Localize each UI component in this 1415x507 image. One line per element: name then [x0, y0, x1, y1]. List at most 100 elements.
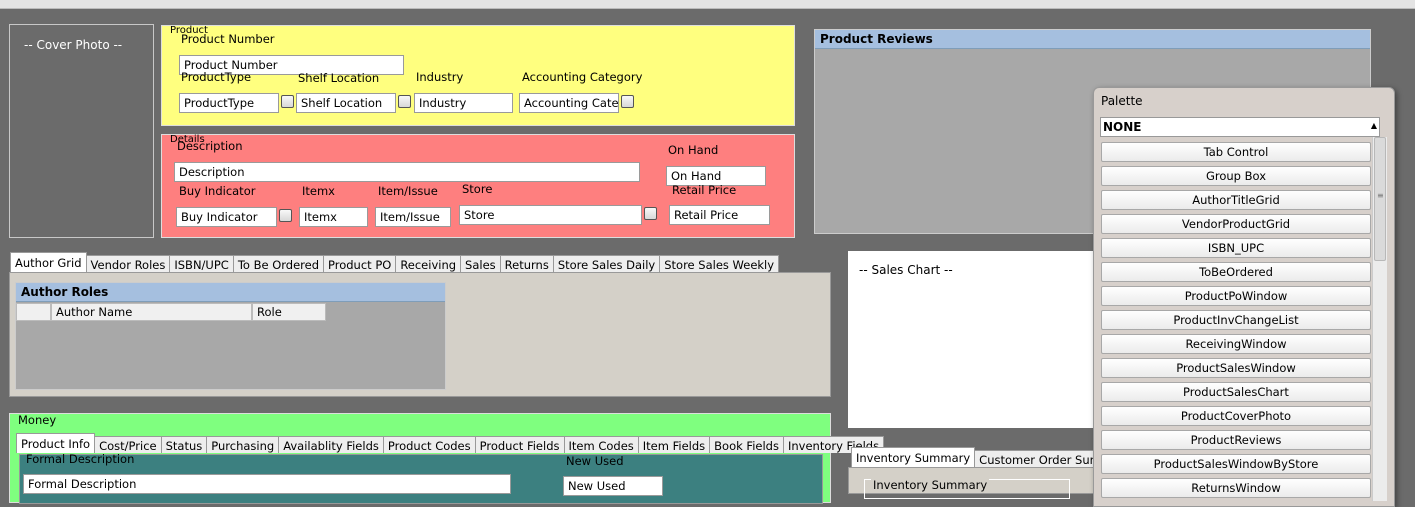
buy-indicator-label: Buy Indicator	[179, 184, 256, 198]
tab-product-codes[interactable]: Product Codes	[382, 436, 476, 453]
row-selector-header	[16, 303, 51, 321]
details-group: Details Description Description On Hand …	[161, 134, 795, 238]
palette-item[interactable]: ToBeOrdered	[1101, 262, 1371, 282]
tab-inventory-summary[interactable]: Inventory Summary	[851, 447, 976, 467]
store-label: Store	[462, 182, 493, 196]
money-tab-strip: Product Info Cost/Price Status Purchasin…	[16, 433, 885, 453]
palette-item[interactable]: ProductSalesWindow	[1101, 358, 1371, 378]
palette-item[interactable]: ReceivingWindow	[1101, 334, 1371, 354]
tab-item-fields[interactable]: Item Fields	[637, 436, 711, 453]
formal-description-label: Formal Description	[26, 452, 135, 466]
scroll-up-icon[interactable]: ▲	[1371, 121, 1377, 130]
on-hand-label: On Hand	[668, 143, 719, 157]
tab-store-sales-daily[interactable]: Store Sales Daily	[552, 255, 661, 272]
tab-product-po[interactable]: Product PO	[323, 255, 397, 272]
itemx-field[interactable]: Itemx	[299, 207, 368, 227]
tab-purchasing[interactable]: Purchasing	[206, 436, 280, 453]
item-issue-label: Item/Issue	[378, 184, 438, 198]
cover-photo-label: -- Cover Photo --	[24, 38, 123, 52]
description-label: Description	[177, 139, 243, 153]
tab-item-codes[interactable]: Item Codes	[563, 436, 639, 453]
accounting-category-checkbox[interactable]	[621, 95, 634, 108]
inventory-summary-group: Inventory Summary	[864, 478, 1070, 499]
itemx-label: Itemx	[302, 184, 335, 198]
tab-returns[interactable]: Returns	[499, 255, 554, 272]
palette-item[interactable]: ProductSalesWindowByStore	[1101, 454, 1371, 474]
palette-item[interactable]: ProductSalesChart	[1101, 382, 1371, 402]
buy-indicator-checkbox[interactable]	[279, 209, 292, 222]
product-number-label: Product Number	[181, 32, 275, 46]
palette-selected-value: NONE	[1103, 120, 1142, 134]
inventory-tab-body: Inventory Summary	[848, 467, 1098, 499]
retail-price-field[interactable]: Retail Price	[669, 205, 770, 225]
author-roles-header: Author Roles	[16, 283, 445, 302]
money-group: Money Product Info Cost/Price Status Pur…	[9, 413, 885, 504]
tab-vendor-roles[interactable]: Vendor Roles	[85, 255, 171, 272]
tab-availablity-fields[interactable]: Availablity Fields	[278, 436, 384, 453]
palette-item[interactable]: ISBN_UPC	[1101, 238, 1371, 258]
inventory-tab-control: Inventory Summary Customer Order Summary…	[848, 447, 1136, 499]
new-used-label: New Used	[566, 454, 624, 468]
money-tab-body: Formal Description Formal Description Ne…	[19, 452, 823, 504]
store-field[interactable]: Store	[459, 205, 642, 225]
author-roles-column-headers: Author Name Role	[16, 303, 326, 321]
accounting-category-label: Accounting Category	[522, 70, 643, 84]
tab-store-sales-weekly[interactable]: Store Sales Weekly	[659, 255, 780, 272]
author-roles-grid: Author Roles Author Name Role	[15, 282, 446, 390]
author-tab-strip: Author Grid Vendor Roles ISBN/UPC To Be …	[10, 252, 780, 272]
item-issue-field[interactable]: Item/Issue	[375, 207, 451, 227]
palette-scrollbar[interactable]: ≡	[1372, 137, 1387, 501]
shelf-location-field[interactable]: Shelf Location	[296, 93, 396, 113]
tab-sales[interactable]: Sales	[460, 255, 501, 272]
industry-label: Industry	[416, 70, 464, 84]
product-group: Product Product Number Product Number Pr…	[161, 25, 795, 126]
author-tab-control: Author Grid Vendor Roles ISBN/UPC To Be …	[9, 252, 831, 397]
product-reviews-header: Product Reviews	[815, 30, 1370, 49]
role-column[interactable]: Role	[252, 303, 326, 321]
palette-item[interactable]: VendorProductGrid	[1101, 214, 1371, 234]
author-name-column[interactable]: Author Name	[51, 303, 252, 321]
palette-item[interactable]: ReturnsWindow	[1101, 478, 1371, 498]
product-type-checkbox[interactable]	[281, 95, 294, 108]
tab-product-info[interactable]: Product Info	[16, 433, 96, 453]
palette-window[interactable]: Palette NONE ▲ Tab Control Group Box Autho…	[1093, 87, 1395, 507]
retail-price-label: Retail Price	[672, 183, 737, 197]
palette-selector[interactable]: NONE ▲	[1100, 117, 1380, 137]
tab-author-grid[interactable]: Author Grid	[10, 252, 87, 272]
palette-item[interactable]: ProductReviews	[1101, 430, 1371, 450]
shelf-location-checkbox[interactable]	[398, 95, 411, 108]
palette-scroll-thumb[interactable]: ≡	[1374, 137, 1386, 261]
product-type-field[interactable]: ProductType	[179, 93, 279, 113]
tab-cost-price[interactable]: Cost/Price	[94, 436, 162, 453]
author-tab-body: Author Roles Author Name Role	[9, 272, 831, 397]
palette-item[interactable]: AuthorTitleGrid	[1101, 190, 1371, 210]
tab-isbn-upc[interactable]: ISBN/UPC	[169, 255, 234, 272]
store-checkbox[interactable]	[644, 207, 657, 220]
description-field[interactable]: Description	[174, 162, 640, 182]
shelf-location-label: Shelf Location	[298, 71, 380, 85]
industry-field[interactable]: Industry	[414, 93, 513, 113]
inventory-summary-group-title: Inventory Summary	[871, 478, 990, 492]
palette-item[interactable]: ProductCoverPhoto	[1101, 406, 1371, 426]
top-toolbar	[0, 0, 1415, 9]
palette-item[interactable]: ProductInvChangeList	[1101, 310, 1371, 330]
tab-receiving[interactable]: Receiving	[395, 255, 462, 272]
tab-book-fields[interactable]: Book Fields	[709, 436, 784, 453]
money-group-title: Money	[18, 413, 57, 427]
cover-photo-panel[interactable]: -- Cover Photo --	[9, 24, 154, 238]
sales-chart-label: -- Sales Chart --	[859, 263, 953, 277]
palette-title: Palette	[1101, 94, 1143, 108]
grip-icon: ≡	[1377, 191, 1384, 200]
tab-to-be-ordered[interactable]: To Be Ordered	[232, 255, 324, 272]
palette-item[interactable]: ProductPoWindow	[1101, 286, 1371, 306]
tab-status[interactable]: Status	[160, 436, 208, 453]
buy-indicator-field[interactable]: Buy Indicator	[176, 207, 277, 227]
sales-chart-panel: -- Sales Chart --	[848, 251, 1098, 428]
formal-description-field[interactable]: Formal Description	[23, 474, 511, 494]
new-used-field[interactable]: New Used	[563, 476, 663, 496]
accounting-category-field[interactable]: Accounting Categor	[519, 93, 619, 113]
palette-item[interactable]: Group Box	[1101, 166, 1371, 186]
palette-item[interactable]: Tab Control	[1101, 142, 1371, 162]
product-type-label: ProductType	[181, 70, 252, 84]
tab-product-fields[interactable]: Product Fields	[474, 436, 565, 453]
